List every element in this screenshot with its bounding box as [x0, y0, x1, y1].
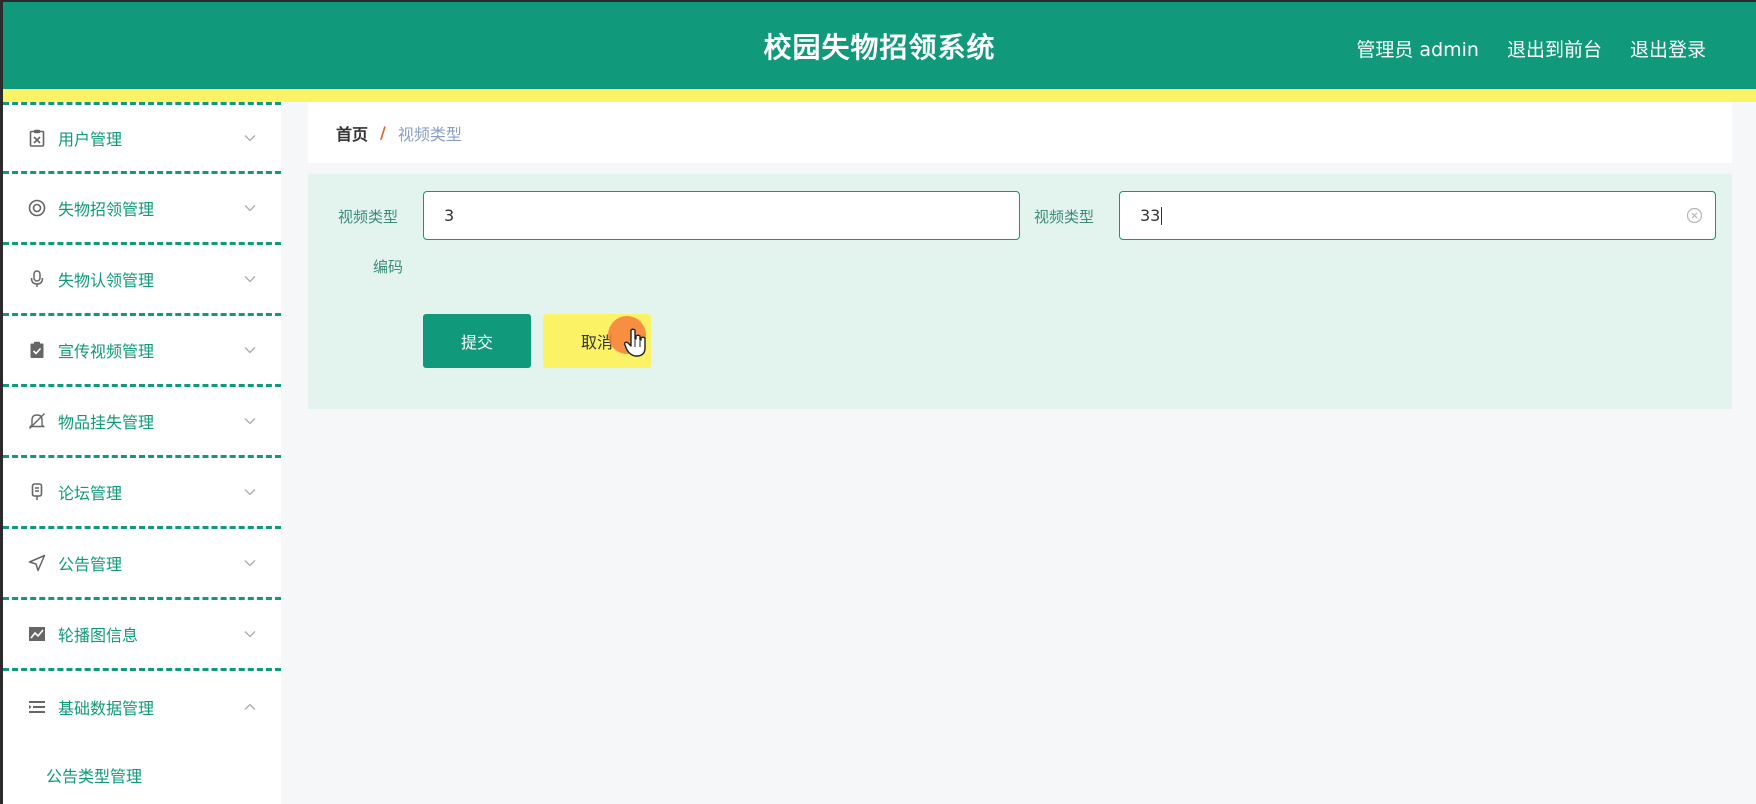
video-type-code-label-line1: 视频类型 [338, 208, 399, 226]
video-type-code-label-cont: 编码 [373, 256, 403, 277]
top-header: 校园失物招领系统 管理员 admin 退出到前台 退出登录 [3, 2, 1756, 89]
chevron-down-icon [243, 627, 257, 641]
chevron-down-icon [243, 201, 257, 215]
form-panel: 视频类型 编码 3 视频类型 33 提交 取消 [308, 174, 1732, 409]
sidebar-item-label: 物品挂失管理 [58, 413, 155, 432]
chevron-down-icon [243, 272, 257, 286]
sidebar: 用户管理 失物招领管理 失物认领管理 宣传视频管理 物品挂失管理 论坛管理 公告… [3, 102, 281, 804]
sidebar-item-claim[interactable]: 失物认领管理 [3, 245, 281, 316]
microphone-icon [27, 269, 47, 289]
clipboard-check-icon [27, 340, 47, 360]
video-type-code-input[interactable]: 3 [423, 191, 1020, 240]
video-type-value: 33 [1140, 206, 1161, 225]
sidebar-item-label: 宣传视频管理 [58, 342, 155, 361]
header-accent-stripe [3, 89, 1756, 102]
sidebar-item-announcement[interactable]: 公告管理 [3, 529, 281, 600]
chart-icon [27, 624, 47, 644]
chevron-down-icon [243, 485, 257, 499]
submit-button[interactable]: 提交 [423, 314, 531, 368]
video-type-code-label-line2: 编码 [373, 258, 404, 276]
sidebar-item-label: 公告管理 [58, 555, 123, 574]
sidebar-item-promo-video[interactable]: 宣传视频管理 [3, 316, 281, 387]
chevron-down-icon [243, 556, 257, 570]
sidebar-subitem-label: 公告类型管理 [46, 767, 143, 786]
app-window: 校园失物招领系统 管理员 admin 退出到前台 退出登录 用户管理 失物招领管… [3, 2, 1756, 804]
chevron-down-icon [243, 343, 257, 357]
sidebar-item-user-management[interactable]: 用户管理 [3, 102, 281, 174]
hand-pointer-icon [623, 328, 646, 357]
breadcrumb-separator: / [380, 123, 386, 142]
video-type-input[interactable]: 33 [1119, 191, 1716, 240]
mic-stand-icon [27, 482, 47, 502]
video-type-code-value: 3 [444, 206, 455, 225]
sidebar-item-label: 基础数据管理 [58, 698, 155, 718]
sidebar-item-label: 用户管理 [58, 130, 123, 149]
text-caret [1161, 206, 1163, 225]
clipboard-x-icon [27, 128, 47, 148]
breadcrumb: 首页 / 视频类型 [308, 102, 1732, 163]
chevron-down-icon [243, 131, 257, 145]
sidebar-item-forum[interactable]: 论坛管理 [3, 458, 281, 529]
list-icon [27, 697, 47, 717]
sidebar-item-report-loss[interactable]: 物品挂失管理 [3, 387, 281, 458]
sidebar-subitem-announcement-type[interactable]: 公告类型管理 [3, 742, 281, 804]
breadcrumb-current: 视频类型 [397, 124, 462, 144]
sidebar-item-label: 论坛管理 [58, 484, 123, 503]
lifebuoy-icon [27, 198, 47, 218]
admin-user-label[interactable]: 管理员 admin [1356, 35, 1479, 62]
chevron-up-icon [243, 700, 257, 714]
exit-to-frontend-link[interactable]: 退出到前台 [1507, 35, 1602, 62]
sidebar-item-carousel[interactable]: 轮播图信息 [3, 600, 281, 671]
send-icon [27, 553, 47, 573]
logout-link[interactable]: 退出登录 [1630, 35, 1706, 62]
sidebar-item-label: 失物招领管理 [58, 200, 155, 219]
video-type-code-label: 视频类型 [338, 206, 398, 227]
sidebar-item-label: 失物认领管理 [58, 271, 155, 290]
sidebar-item-label: 轮播图信息 [58, 626, 139, 645]
header-links: 管理员 admin 退出到前台 退出登录 [1356, 35, 1706, 62]
breadcrumb-home-link[interactable]: 首页 [336, 121, 368, 145]
bell-off-icon [27, 411, 47, 431]
sidebar-item-base-data[interactable]: 基础数据管理 [3, 671, 281, 742]
video-type-label: 视频类型 [1034, 208, 1095, 226]
chevron-down-icon [243, 414, 257, 428]
clear-input-icon[interactable] [1686, 207, 1703, 224]
sidebar-item-lost-found[interactable]: 失物招领管理 [3, 174, 281, 245]
